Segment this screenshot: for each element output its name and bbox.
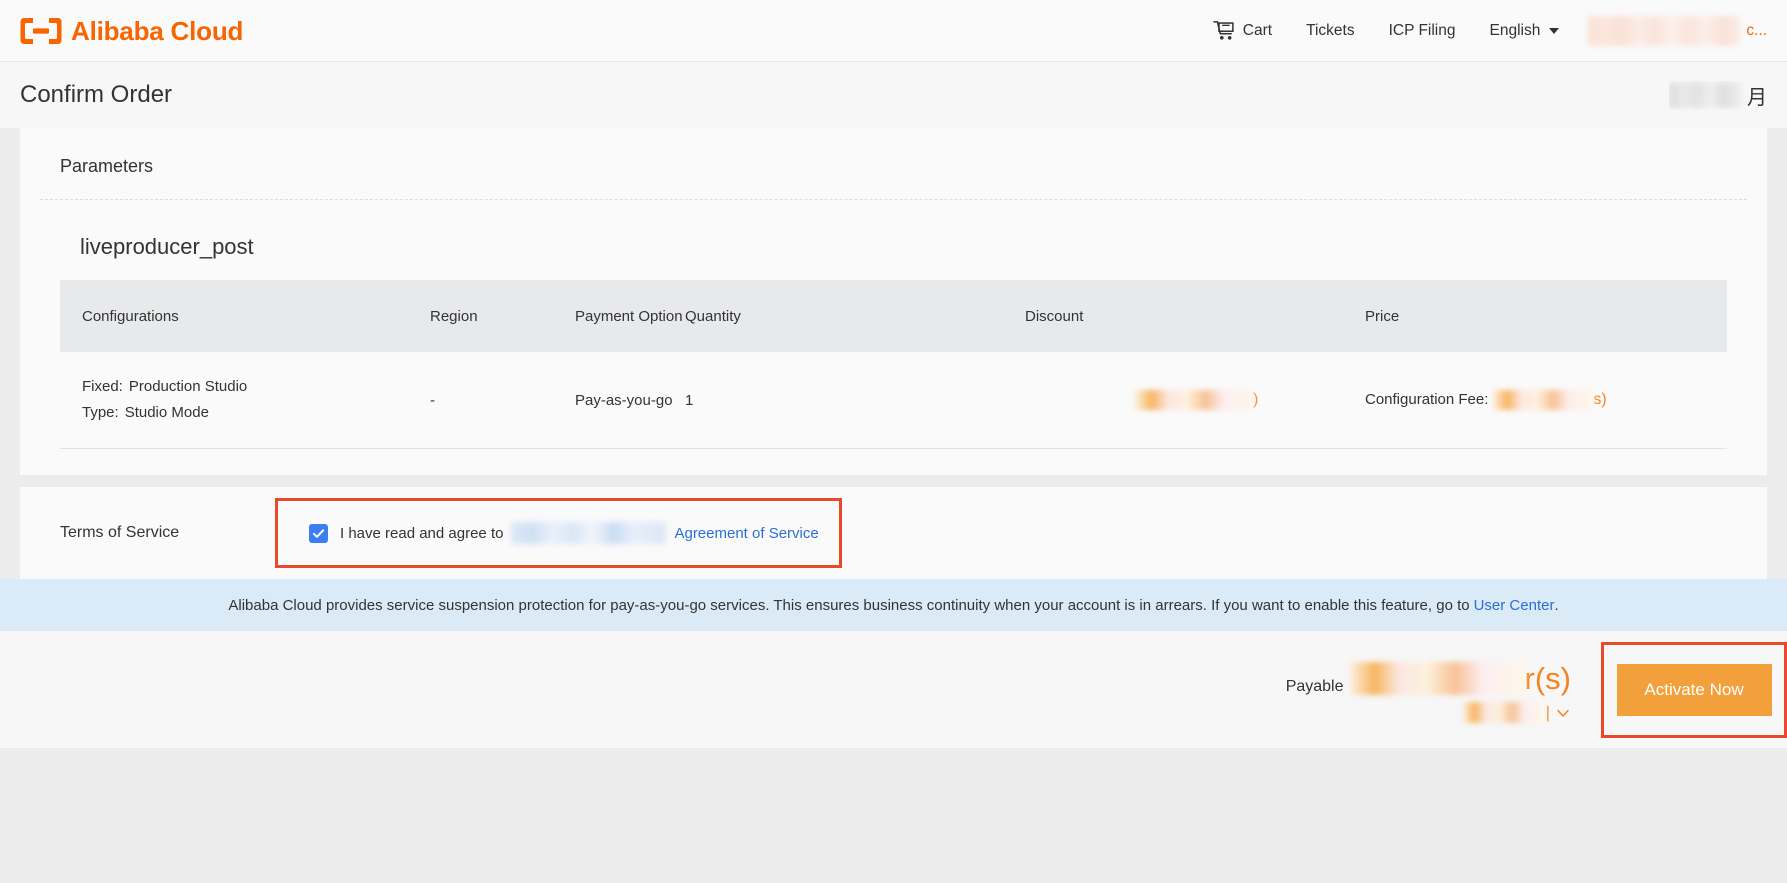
terms-text: I have read and agree to Agreement of Se… [340, 522, 819, 544]
nav-item-cart[interactable]: Cart [1196, 20, 1289, 41]
terms-highlight-box: I have read and agree to Agreement of Se… [275, 498, 842, 568]
payable-amount-fragment: r(s) [1525, 663, 1571, 694]
terms-agree-text: I have read and agree to [340, 525, 503, 542]
payable-detail-fragment: | [1546, 703, 1550, 723]
alibaba-cloud-logo-icon [20, 16, 62, 46]
terms-of-service-label: Terms of Service [60, 524, 275, 542]
cell-configurations: Fixed: Production Studio Type: Studio Mode [60, 352, 430, 449]
order-table-body: Fixed: Production Studio Type: Studio Mode… [60, 352, 1727, 449]
payable-values: r(s) | [1350, 662, 1571, 723]
activate-now-button[interactable]: Activate Now [1617, 664, 1772, 716]
price-label: Configuration Fee: [1365, 391, 1488, 408]
chevron-down-icon [1549, 28, 1559, 34]
cart-icon [1213, 20, 1236, 41]
notice-text: Alibaba Cloud provides service suspensio… [228, 597, 1469, 614]
nav-item-tickets-label: Tickets [1306, 22, 1355, 40]
column-header-quantity: Quantity [685, 280, 1025, 352]
payable-amount-redacted [1350, 662, 1525, 695]
table-row: Fixed: Production Studio Type: Studio Mode… [60, 352, 1727, 449]
page-title: Confirm Order [20, 81, 172, 109]
order-table: Configurations Region Payment Option Qua… [60, 280, 1727, 449]
activate-highlight-box: Activate Now [1601, 642, 1787, 738]
header-nav: Cart Tickets ICP Filing English c... [1196, 16, 1769, 46]
parameters-section-title: Parameters [20, 128, 1767, 199]
account-menu[interactable]: c... [1576, 16, 1769, 46]
nav-item-icp-filing[interactable]: ICP Filing [1372, 22, 1473, 40]
nav-item-cart-label: Cart [1243, 22, 1272, 40]
column-header-price: Price [1365, 280, 1727, 352]
price-value-redacted [1493, 390, 1593, 410]
brand-name: Alibaba Cloud [71, 18, 243, 44]
cell-quantity: 1 [685, 352, 1025, 449]
top-header: Alibaba Cloud Cart Tickets ICP Filing En… [0, 0, 1787, 62]
order-footer: Payable r(s) | Activate Now [0, 631, 1787, 748]
account-name-fragment: c... [1746, 22, 1767, 40]
main-content: Parameters liveproducer_post Configurati… [0, 128, 1787, 883]
cell-region: - [430, 352, 575, 449]
price-value-fragment: s) [1593, 391, 1606, 408]
page-title-bar: Confirm Order 月 [0, 62, 1787, 128]
config-line-fixed: Fixed: Production Studio [82, 374, 430, 400]
account-name-redacted [1588, 16, 1740, 46]
config-line-type: Type: Studio Mode [82, 400, 430, 426]
nav-item-icp-filing-label: ICP Filing [1389, 22, 1456, 40]
config-label-fixed: Fixed: [82, 378, 123, 395]
parameters-card: Parameters liveproducer_post Configurati… [20, 128, 1767, 475]
column-header-region: Region [430, 280, 575, 352]
config-value-fixed: Production Studio [129, 378, 247, 395]
order-table-head: Configurations Region Payment Option Qua… [60, 280, 1727, 352]
nav-item-language[interactable]: English [1472, 22, 1576, 40]
payable-detail-toggle[interactable]: | [1463, 702, 1571, 723]
nav-item-tickets[interactable]: Tickets [1289, 22, 1372, 40]
agreement-of-service-link[interactable]: Agreement of Service [674, 525, 818, 542]
terms-agreement-name-redacted [511, 522, 666, 544]
cell-payment-option: Pay-as-you-go [575, 352, 685, 449]
titlebar-text-fragment: 月 [1747, 81, 1767, 110]
payable-detail-redacted [1463, 702, 1545, 723]
titlebar-redacted-text [1669, 82, 1741, 108]
column-header-payment-option: Payment Option [575, 280, 685, 352]
order-table-header-row: Configurations Region Payment Option Qua… [60, 280, 1727, 352]
config-label-type: Type: [82, 404, 119, 421]
discount-value-redacted [1135, 390, 1253, 410]
user-center-link[interactable]: User Center [1474, 597, 1555, 614]
discount-value-fragment: ) [1253, 391, 1258, 408]
payable-amount: r(s) [1350, 662, 1571, 695]
payable-block: Payable r(s) | [1286, 656, 1571, 723]
column-header-configurations: Configurations [60, 280, 430, 352]
suspension-protection-notice: Alibaba Cloud provides service suspensio… [0, 579, 1787, 631]
terms-of-service-card: Terms of Service I have read and agree t… [20, 487, 1767, 579]
notice-trailing-period: . [1554, 597, 1558, 614]
chevron-down-icon [1555, 705, 1571, 721]
config-value-type: Studio Mode [125, 404, 209, 421]
payable-label: Payable [1286, 662, 1344, 696]
product-name: liveproducer_post [20, 200, 1767, 280]
cell-price: Configuration Fee: s) [1365, 352, 1727, 449]
nav-item-language-label: English [1489, 22, 1540, 40]
column-header-discount: Discount [1025, 280, 1365, 352]
terms-checkbox[interactable] [309, 524, 328, 543]
check-icon [312, 527, 325, 540]
page-title-bar-right: 月 [1669, 81, 1767, 110]
cell-discount: ) [1025, 352, 1365, 449]
brand-logo[interactable]: Alibaba Cloud [20, 16, 243, 46]
